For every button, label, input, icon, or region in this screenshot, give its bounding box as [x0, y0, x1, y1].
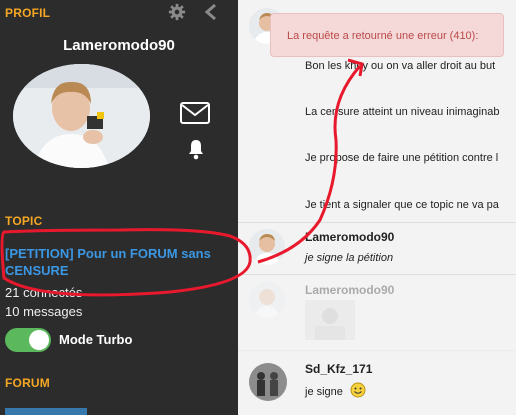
post-text: je signe — [305, 386, 343, 398]
post-line: Je propose de faire une pétition contre … — [305, 152, 499, 164]
message-count: 10 messages — [5, 304, 83, 319]
turbo-toggle[interactable] — [5, 328, 51, 352]
connected-count: 21 connectés — [5, 285, 83, 300]
post-author[interactable]: Lameromodo90 — [305, 230, 394, 244]
post-line: Bon les khey ou on va aller droit au but — [305, 60, 496, 72]
list-item: Lameromodo90 — [238, 274, 516, 351]
profile-avatar[interactable] — [13, 64, 150, 168]
avatar[interactable] — [249, 363, 287, 401]
post-line: La censure atteint un niveau inimaginab — [305, 106, 500, 118]
error-tooltip: La requête a retourné une erreur (410): — [270, 13, 504, 57]
avatar[interactable] — [249, 282, 285, 318]
post-text: je signe la pétition — [305, 252, 394, 264]
avatar[interactable] — [249, 229, 285, 265]
post-author[interactable]: Sd_Kfz_171 — [305, 362, 372, 376]
profile-section-title: PROFIL — [5, 6, 51, 20]
topic-section-title: TOPIC — [5, 214, 43, 228]
gear-icon[interactable] — [167, 3, 187, 21]
mail-icon[interactable] — [180, 102, 210, 124]
profile-username[interactable]: Lameromodo90 — [0, 37, 238, 54]
list-item: Sd_Kfz_171 je signe — [238, 350, 516, 415]
forum-section-title: FORUM — [5, 376, 50, 390]
profile-sidebar: PROFIL Lameromodo90 TOPIC [PETITION] Pou… — [0, 0, 238, 415]
forum-link-fragment[interactable] — [5, 405, 95, 415]
list-item: Lameromodo90 je signe la pétition — [238, 222, 516, 275]
embedded-image — [305, 300, 355, 340]
post-line: Je tient a signaler que ce topic ne va p… — [305, 199, 499, 211]
toggle-knob — [29, 330, 49, 350]
smiley-icon — [350, 382, 366, 398]
topic-link[interactable]: [PETITION] Pour un FORUM sans CENSURE — [5, 245, 235, 279]
post-author[interactable]: Lameromodo90 — [305, 283, 394, 297]
bell-icon[interactable] — [184, 137, 208, 161]
turbo-label: Mode Turbo — [59, 332, 133, 347]
message-list: Bon les khey ou on va aller droit au but… — [238, 0, 516, 415]
collapse-chevron-icon[interactable] — [203, 3, 219, 21]
